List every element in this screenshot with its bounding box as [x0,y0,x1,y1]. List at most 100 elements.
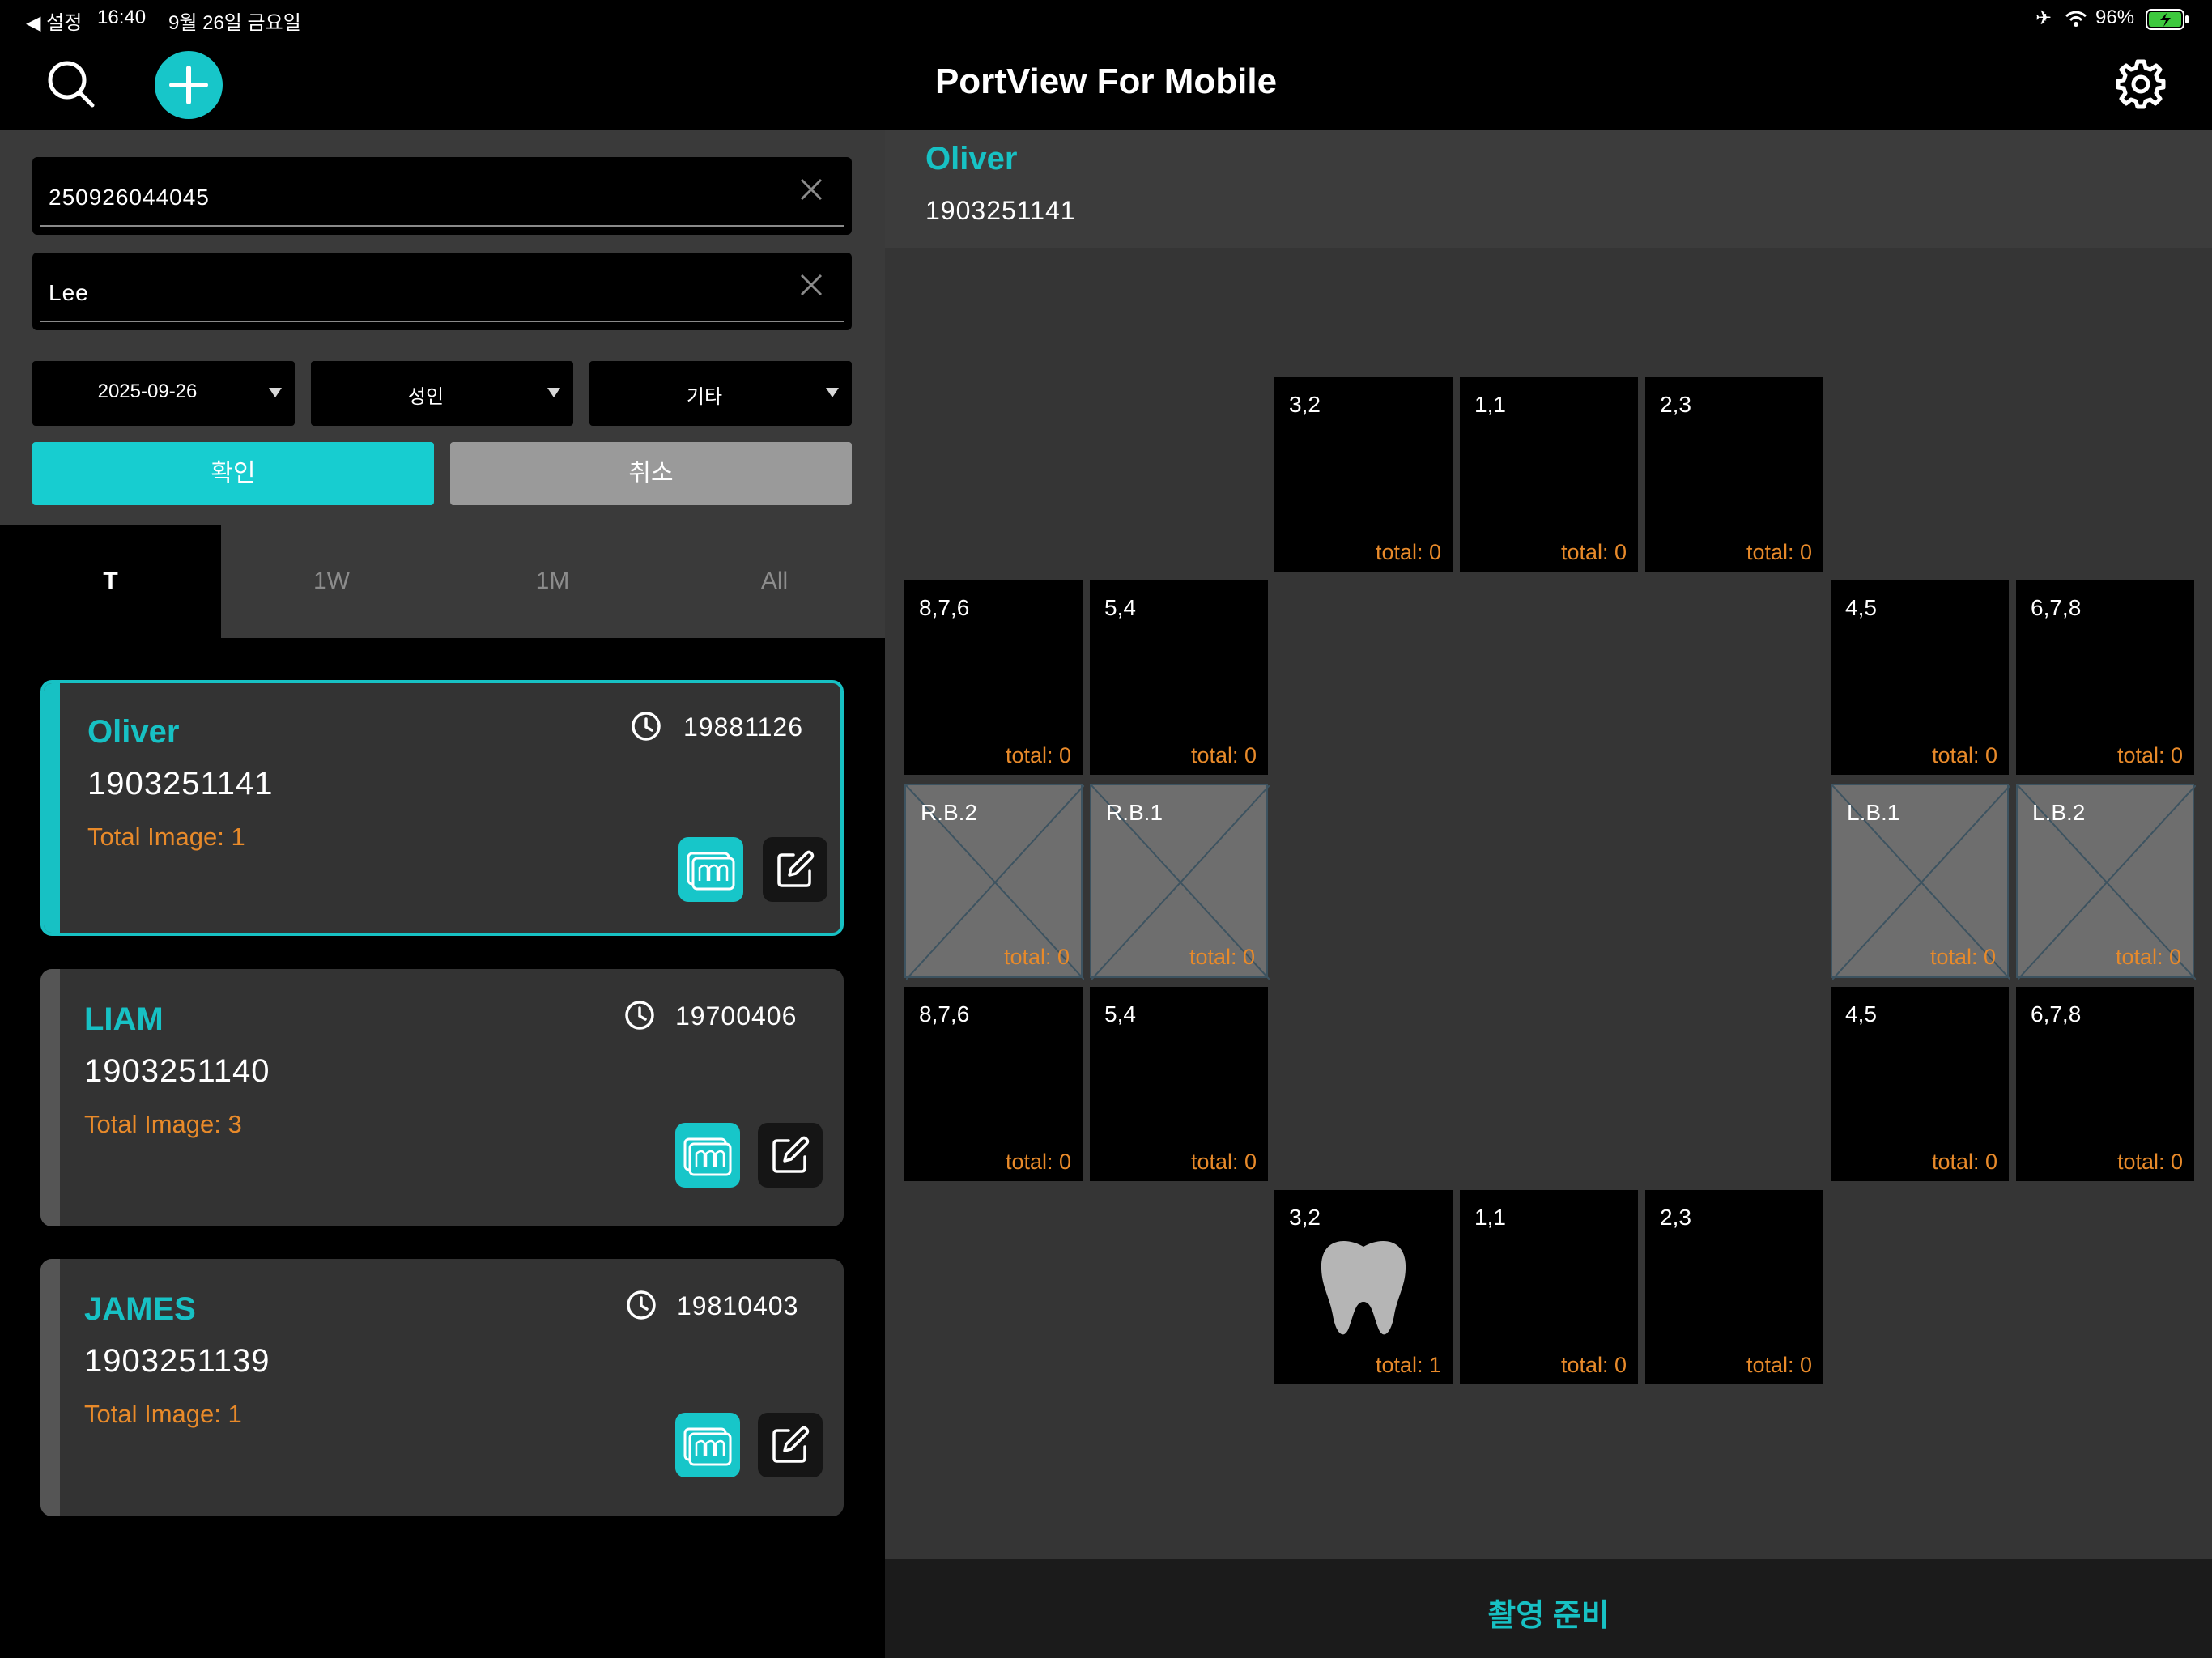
tooth-tile[interactable]: 5,4 total: 0 [1090,580,1268,775]
xray-image-icon [683,1137,732,1176]
period-tabs: T 1W 1M All [0,525,885,638]
gear-icon[interactable] [2115,58,2167,110]
patient-card[interactable]: LIAM 1903251140 Total Image: 3 19700406 [40,969,844,1226]
date-dropdown[interactable]: 2025-09-26 [32,361,295,426]
tooth-tile[interactable]: 6,7,8 total: 0 [2016,987,2194,1181]
tooth-total: total: 0 [1931,1150,1997,1174]
selected-patient-id: 1903251141 [925,196,1076,225]
tooth-label: 8,7,6 [919,1001,970,1027]
clear-icon[interactable] [795,173,827,206]
battery-charging-icon [2146,9,2189,30]
dropdown-arrow-icon [547,388,560,397]
card-indicator [40,969,60,1226]
tooth-tile[interactable]: 3,2 total: 1 [1274,1190,1453,1384]
selected-patient-header: Oliver 1903251141 [885,130,2212,248]
wifi-icon [2065,11,2087,27]
tooth-label: 8,7,6 [919,595,970,620]
tooth-tile[interactable]: 1,1 total: 0 [1460,377,1638,572]
total-image-count: Total Image: 3 [84,1110,242,1138]
clock-icon [627,1290,656,1320]
patient-name: Oliver [87,714,180,750]
tooth-total: total: 0 [1189,945,1255,969]
tooth-tile[interactable]: 8,7,6 total: 0 [904,987,1083,1181]
bitewing-tile[interactable]: R.B.1 total: 0 [1090,784,1270,980]
patient-name: JAMES [84,1291,196,1327]
tooth-total: total: 0 [1931,743,1997,767]
battery-percent: 96% [2095,6,2135,28]
patient-dob: 19881126 [683,712,803,742]
field-underline [40,225,844,227]
tooth-tile[interactable]: 2,3 total: 0 [1645,377,1823,572]
tooth-label: L.B.1 [1847,800,1900,825]
tooth-label: 4,5 [1845,595,1877,620]
edit-patient-button[interactable] [763,837,827,902]
tooth-tile[interactable]: 2,3 total: 0 [1645,1190,1823,1384]
edit-patient-button[interactable] [758,1123,823,1188]
clear-icon[interactable] [795,269,827,301]
bitewing-tile[interactable]: L.B.1 total: 0 [1831,784,2010,980]
field-underline [40,321,844,322]
tooth-total: total: 0 [2115,945,2181,969]
tooth-icon [1321,1241,1406,1335]
patient-name-field[interactable]: Lee [32,253,852,330]
patient-id-field[interactable]: 250926044045 [32,157,852,235]
tooth-total: total: 0 [1003,945,1070,969]
tab-all[interactable]: All [664,525,885,638]
view-images-button[interactable] [675,1413,740,1477]
patient-dob: 19700406 [675,1001,798,1031]
type-dropdown[interactable]: 기타 [589,361,852,426]
tooth-tile[interactable]: 8,7,6 total: 0 [904,580,1083,775]
tab-1w[interactable]: 1W [221,525,442,638]
view-images-button[interactable] [678,837,743,902]
tooth-label: 1,1 [1474,1205,1506,1230]
tooth-tile[interactable]: 5,4 total: 0 [1090,987,1268,1181]
tab-1m[interactable]: 1M [442,525,663,638]
tooth-tile[interactable]: 6,7,8 total: 0 [2016,580,2194,775]
tooth-label: R.B.1 [1106,800,1163,825]
bitewing-tile[interactable]: R.B.2 total: 0 [904,784,1084,980]
tooth-label: 2,3 [1660,392,1691,417]
status-date: 9월 26일 금요일 [168,12,301,34]
tooth-tile[interactable]: 4,5 total: 0 [1831,987,2009,1181]
status-bar: ◀ 설정 16:40 9월 26일 금요일 ✈ 96% [0,0,2212,39]
tooth-label: R.B.2 [921,800,978,825]
selected-patient-name: Oliver [925,141,1018,176]
age-group-dropdown[interactable]: 성인 [311,361,573,426]
card-indicator [40,1259,60,1516]
patient-card[interactable]: JAMES 1903251139 Total Image: 1 19810403 [40,1259,844,1516]
tooth-label: 3,2 [1289,392,1321,417]
selected-indicator [44,683,60,933]
tooth-label: 4,5 [1845,1001,1877,1027]
clock-icon [625,1001,654,1030]
tooth-label: 3,2 [1289,1205,1321,1230]
tab-today[interactable]: T [0,525,221,638]
total-image-count: Total Image: 1 [87,823,245,851]
tooth-total: total: 0 [1560,540,1627,564]
patient-name-value: Lee [49,280,89,305]
status-time: 16:40 [97,6,147,28]
xray-image-icon [687,852,735,891]
tooth-total: total: 0 [1746,540,1812,564]
tooth-tile[interactable]: 3,2 total: 0 [1274,377,1453,572]
dropdown-arrow-icon [826,388,839,397]
tooth-tile[interactable]: 1,1 total: 0 [1460,1190,1638,1384]
tooth-label: 1,1 [1474,392,1506,417]
patient-id: 1903251139 [84,1343,270,1379]
view-images-button[interactable] [675,1123,740,1188]
bitewing-tile[interactable]: L.B.2 total: 0 [2016,784,2196,980]
tooth-tile[interactable]: 4,5 total: 0 [1831,580,2009,775]
capture-ready-label: 촬영 준비 [1487,1599,1610,1633]
tooth-label: 6,7,8 [2031,1001,2082,1027]
back-to-settings[interactable]: ◀ 설정 [26,6,82,35]
airplane-icon: ✈ [2035,7,2052,29]
tooth-total: total: 0 [2116,743,2183,767]
confirm-button[interactable]: 확인 [32,442,434,505]
tooth-label: 6,7,8 [2031,595,2082,620]
patient-card[interactable]: Oliver 1903251141 Total Image: 1 1988112… [40,680,844,936]
capture-ready-button[interactable]: 촬영 준비 [885,1559,2212,1658]
dropdown-arrow-icon [269,388,282,397]
tooth-label: 5,4 [1104,595,1136,620]
tooth-label: 5,4 [1104,1001,1136,1027]
cancel-button[interactable]: 취소 [450,442,852,505]
edit-patient-button[interactable] [758,1413,823,1477]
